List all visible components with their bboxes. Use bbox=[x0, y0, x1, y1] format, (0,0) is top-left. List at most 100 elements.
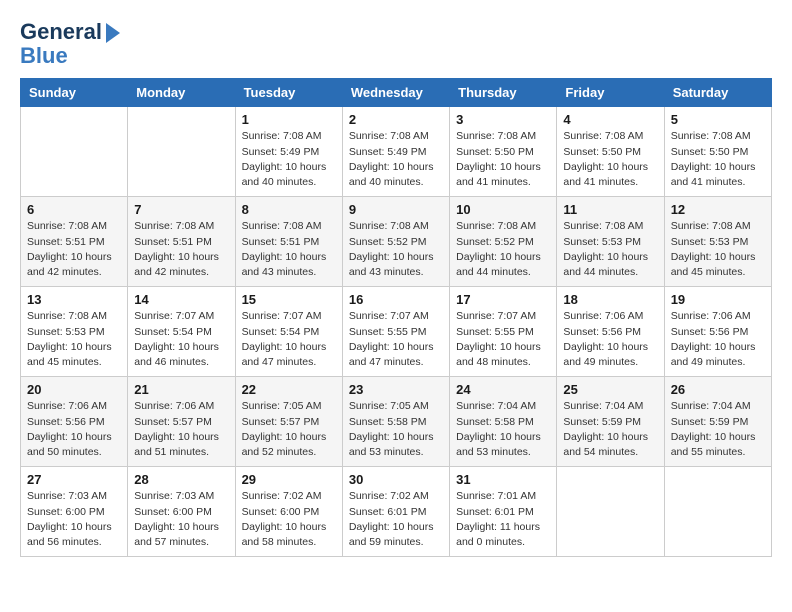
calendar-week-row: 20 Sunrise: 7:06 AMSunset: 5:56 PMDayligh… bbox=[21, 377, 772, 467]
calendar-cell: 24 Sunrise: 7:04 AMSunset: 5:58 PMDayligh… bbox=[450, 377, 557, 467]
calendar-cell: 25Sunrise: 7:04 AMSunset: 5:59 PMDayligh… bbox=[557, 377, 664, 467]
day-info: Sunrise: 7:08 AMSunset: 5:52 PMDaylight:… bbox=[349, 219, 443, 280]
calendar-cell: 2Sunrise: 7:08 AMSunset: 5:49 PMDaylight… bbox=[342, 107, 449, 197]
day-number: 29 bbox=[242, 472, 336, 487]
calendar-cell bbox=[21, 107, 128, 197]
day-info: Sunrise: 7:08 AMSunset: 5:52 PMDaylight:… bbox=[456, 219, 550, 280]
day-info: Sunrise: 7:06 AMSunset: 5:57 PMDaylight:… bbox=[134, 399, 228, 460]
day-number: 26 bbox=[671, 382, 765, 397]
calendar-cell: 10 Sunrise: 7:08 AMSunset: 5:52 PMDayligh… bbox=[450, 197, 557, 287]
calendar-cell: 7 Sunrise: 7:08 AMSunset: 5:51 PMDaylight… bbox=[128, 197, 235, 287]
logo-blue-text: Blue bbox=[20, 44, 68, 68]
calendar-cell: 1 Sunrise: 7:08 AMSunset: 5:49 PMDaylight… bbox=[235, 107, 342, 197]
day-number: 19 bbox=[671, 292, 765, 307]
weekday-header-tuesday: Tuesday bbox=[235, 79, 342, 107]
calendar-cell: 5Sunrise: 7:08 AMSunset: 5:50 PMDaylight… bbox=[664, 107, 771, 197]
day-info: Sunrise: 7:04 AMSunset: 5:58 PMDaylight:… bbox=[456, 399, 550, 460]
day-info: Sunrise: 7:06 AMSunset: 5:56 PMDaylight:… bbox=[671, 309, 765, 370]
day-info: Sunrise: 7:01 AMSunset: 6:01 PMDaylight:… bbox=[456, 489, 550, 550]
day-info: Sunrise: 7:08 AMSunset: 5:49 PMDaylight:… bbox=[242, 129, 336, 190]
page-header: General Blue bbox=[20, 20, 772, 68]
day-number: 30 bbox=[349, 472, 443, 487]
calendar-cell: 14 Sunrise: 7:07 AMSunset: 5:54 PMDayligh… bbox=[128, 287, 235, 377]
day-info: Sunrise: 7:08 AMSunset: 5:50 PMDaylight:… bbox=[563, 129, 657, 190]
day-info: Sunrise: 7:03 AMSunset: 6:00 PMDaylight:… bbox=[27, 489, 121, 550]
day-number: 7 bbox=[134, 202, 228, 217]
day-info: Sunrise: 7:04 AMSunset: 5:59 PMDaylight:… bbox=[671, 399, 765, 460]
day-number: 31 bbox=[456, 472, 550, 487]
calendar-cell bbox=[557, 467, 664, 557]
calendar-cell: 20 Sunrise: 7:06 AMSunset: 5:56 PMDayligh… bbox=[21, 377, 128, 467]
day-number: 1 bbox=[242, 112, 336, 127]
logo-text: General bbox=[20, 20, 102, 44]
calendar-week-row: 1 Sunrise: 7:08 AMSunset: 5:49 PMDaylight… bbox=[21, 107, 772, 197]
weekday-header-wednesday: Wednesday bbox=[342, 79, 449, 107]
day-info: Sunrise: 7:02 AMSunset: 6:00 PMDaylight:… bbox=[242, 489, 336, 550]
day-number: 18 bbox=[563, 292, 657, 307]
calendar-week-row: 27 Sunrise: 7:03 AMSunset: 6:00 PMDayligh… bbox=[21, 467, 772, 557]
day-info: Sunrise: 7:07 AMSunset: 5:55 PMDaylight:… bbox=[349, 309, 443, 370]
calendar-cell: 29 Sunrise: 7:02 AMSunset: 6:00 PMDayligh… bbox=[235, 467, 342, 557]
weekday-header-friday: Friday bbox=[557, 79, 664, 107]
calendar-cell: 31 Sunrise: 7:01 AMSunset: 6:01 PMDayligh… bbox=[450, 467, 557, 557]
day-number: 14 bbox=[134, 292, 228, 307]
calendar-cell: 9 Sunrise: 7:08 AMSunset: 5:52 PMDaylight… bbox=[342, 197, 449, 287]
calendar-cell: 13Sunrise: 7:08 AMSunset: 5:53 PMDayligh… bbox=[21, 287, 128, 377]
day-info: Sunrise: 7:08 AMSunset: 5:51 PMDaylight:… bbox=[242, 219, 336, 280]
calendar-table: SundayMondayTuesdayWednesdayThursdayFrid… bbox=[20, 78, 772, 557]
weekday-header-row: SundayMondayTuesdayWednesdayThursdayFrid… bbox=[21, 79, 772, 107]
day-info: Sunrise: 7:08 AMSunset: 5:53 PMDaylight:… bbox=[671, 219, 765, 280]
day-info: Sunrise: 7:05 AMSunset: 5:57 PMDaylight:… bbox=[242, 399, 336, 460]
day-info: Sunrise: 7:03 AMSunset: 6:00 PMDaylight:… bbox=[134, 489, 228, 550]
calendar-cell: 15Sunrise: 7:07 AMSunset: 5:54 PMDayligh… bbox=[235, 287, 342, 377]
day-info: Sunrise: 7:02 AMSunset: 6:01 PMDaylight:… bbox=[349, 489, 443, 550]
calendar-cell: 16Sunrise: 7:07 AMSunset: 5:55 PMDayligh… bbox=[342, 287, 449, 377]
calendar-cell: 17Sunrise: 7:07 AMSunset: 5:55 PMDayligh… bbox=[450, 287, 557, 377]
day-number: 8 bbox=[242, 202, 336, 217]
weekday-header-monday: Monday bbox=[128, 79, 235, 107]
day-info: Sunrise: 7:07 AMSunset: 5:55 PMDaylight:… bbox=[456, 309, 550, 370]
calendar-cell: 8 Sunrise: 7:08 AMSunset: 5:51 PMDaylight… bbox=[235, 197, 342, 287]
day-number: 6 bbox=[27, 202, 121, 217]
calendar-cell: 22 Sunrise: 7:05 AMSunset: 5:57 PMDayligh… bbox=[235, 377, 342, 467]
calendar-cell: 3 Sunrise: 7:08 AMSunset: 5:50 PMDaylight… bbox=[450, 107, 557, 197]
day-info: Sunrise: 7:06 AMSunset: 5:56 PMDaylight:… bbox=[27, 399, 121, 460]
day-number: 11 bbox=[563, 202, 657, 217]
day-number: 9 bbox=[349, 202, 443, 217]
logo: General Blue bbox=[20, 20, 120, 68]
day-number: 10 bbox=[456, 202, 550, 217]
day-info: Sunrise: 7:07 AMSunset: 5:54 PMDaylight:… bbox=[242, 309, 336, 370]
calendar-cell bbox=[128, 107, 235, 197]
day-number: 28 bbox=[134, 472, 228, 487]
weekday-header-sunday: Sunday bbox=[21, 79, 128, 107]
day-info: Sunrise: 7:04 AMSunset: 5:59 PMDaylight:… bbox=[563, 399, 657, 460]
day-info: Sunrise: 7:08 AMSunset: 5:51 PMDaylight:… bbox=[134, 219, 228, 280]
day-info: Sunrise: 7:05 AMSunset: 5:58 PMDaylight:… bbox=[349, 399, 443, 460]
day-number: 3 bbox=[456, 112, 550, 127]
calendar-cell: 21 Sunrise: 7:06 AMSunset: 5:57 PMDayligh… bbox=[128, 377, 235, 467]
calendar-cell: 6Sunrise: 7:08 AMSunset: 5:51 PMDaylight… bbox=[21, 197, 128, 287]
day-number: 22 bbox=[242, 382, 336, 397]
day-number: 2 bbox=[349, 112, 443, 127]
calendar-cell: 30 Sunrise: 7:02 AMSunset: 6:01 PMDayligh… bbox=[342, 467, 449, 557]
day-info: Sunrise: 7:07 AMSunset: 5:54 PMDaylight:… bbox=[134, 309, 228, 370]
weekday-header-thursday: Thursday bbox=[450, 79, 557, 107]
calendar-cell: 23 Sunrise: 7:05 AMSunset: 5:58 PMDayligh… bbox=[342, 377, 449, 467]
calendar-cell: 18 Sunrise: 7:06 AMSunset: 5:56 PMDayligh… bbox=[557, 287, 664, 377]
calendar-week-row: 13Sunrise: 7:08 AMSunset: 5:53 PMDayligh… bbox=[21, 287, 772, 377]
day-info: Sunrise: 7:06 AMSunset: 5:56 PMDaylight:… bbox=[563, 309, 657, 370]
calendar-cell: 11Sunrise: 7:08 AMSunset: 5:53 PMDayligh… bbox=[557, 197, 664, 287]
calendar-cell: 12 Sunrise: 7:08 AMSunset: 5:53 PMDayligh… bbox=[664, 197, 771, 287]
day-number: 27 bbox=[27, 472, 121, 487]
day-info: Sunrise: 7:08 AMSunset: 5:50 PMDaylight:… bbox=[456, 129, 550, 190]
calendar-cell: 28 Sunrise: 7:03 AMSunset: 6:00 PMDayligh… bbox=[128, 467, 235, 557]
day-number: 21 bbox=[134, 382, 228, 397]
day-number: 13 bbox=[27, 292, 121, 307]
calendar-cell: 19 Sunrise: 7:06 AMSunset: 5:56 PMDayligh… bbox=[664, 287, 771, 377]
day-number: 24 bbox=[456, 382, 550, 397]
day-number: 20 bbox=[27, 382, 121, 397]
logo-arrow-icon bbox=[106, 23, 120, 43]
day-number: 12 bbox=[671, 202, 765, 217]
calendar-cell: 4Sunrise: 7:08 AMSunset: 5:50 PMDaylight… bbox=[557, 107, 664, 197]
day-number: 23 bbox=[349, 382, 443, 397]
